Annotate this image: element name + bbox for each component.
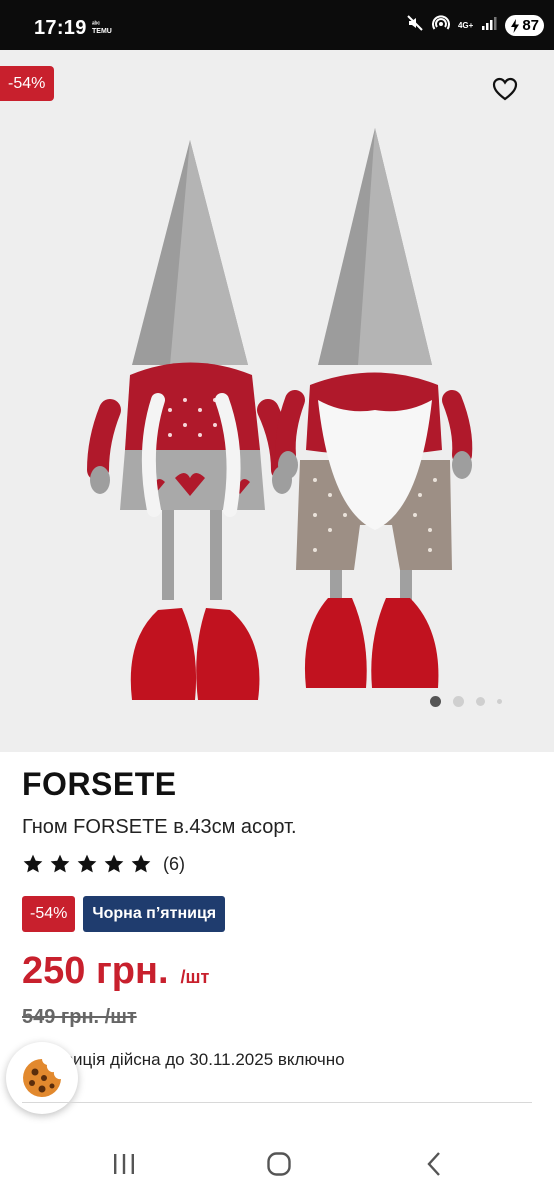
cookie-settings-button[interactable]: [6, 1042, 78, 1114]
signal-icon: [481, 15, 497, 36]
gallery-dot[interactable]: [430, 696, 441, 707]
favorite-button[interactable]: [490, 74, 520, 104]
battery-indicator: 87: [505, 15, 544, 36]
status-app-label: ᵃᵇᶜ TEMU: [92, 21, 112, 35]
offer-validity-note: озиція дійсна до 30.11.2025 включно: [56, 1050, 345, 1069]
back-button[interactable]: [414, 1148, 454, 1180]
product-name: Гном FORSETE в.43см асорт.: [22, 816, 297, 838]
review-count[interactable]: (6): [163, 854, 185, 875]
heart-icon: [492, 77, 518, 101]
gnome-left-illustration: [87, 140, 293, 700]
status-bar: 17:19 ᵃᵇᶜ TEMU 4G+ 87: [0, 0, 554, 50]
price-row: 250 грн. /шт: [22, 950, 209, 993]
product-badges: -54% Чорна п’ятниця: [22, 896, 226, 932]
star-icon: [50, 854, 70, 873]
black-friday-badge: Чорна п’ятниця: [83, 896, 226, 932]
status-time: 17:19: [34, 17, 87, 39]
price-unit: /шт: [180, 967, 210, 987]
discount-tag: -54%: [0, 66, 55, 101]
gallery-dot[interactable]: [476, 697, 485, 706]
back-icon: [427, 1152, 440, 1176]
status-icons: 4G+ 87: [406, 14, 544, 37]
gallery-dot[interactable]: [453, 696, 464, 707]
charging-icon: [511, 18, 520, 33]
home-icon: [267, 1152, 291, 1176]
gallery-pagination[interactable]: [430, 696, 502, 707]
gallery-dot[interactable]: [497, 699, 502, 704]
recent-apps-icon: [114, 1154, 134, 1174]
battery-level: 87: [522, 17, 539, 34]
star-icon: [131, 854, 151, 873]
cookie-icon: [23, 1059, 62, 1097]
current-price: 250 грн.: [22, 950, 169, 992]
old-price: 549 грн. /шт: [22, 1006, 137, 1028]
home-button[interactable]: [259, 1148, 299, 1180]
mute-icon: [406, 14, 424, 37]
hotspot-icon: [431, 14, 450, 37]
network-label: 4G+: [457, 21, 474, 30]
product-gallery[interactable]: -54%: [0, 50, 554, 752]
product-image: [87, 128, 473, 700]
gnome-right-illustration: [275, 128, 473, 688]
system-nav-bar: [0, 1128, 554, 1200]
star-icon: [77, 854, 97, 873]
product-rating[interactable]: (6): [22, 853, 185, 875]
divider: [22, 1102, 532, 1103]
recent-apps-button[interactable]: [104, 1148, 144, 1180]
star-icon: [23, 854, 43, 873]
discount-badge: -54%: [22, 896, 76, 932]
star-icon: [104, 854, 124, 873]
product-brand: FORSETE: [22, 766, 177, 802]
